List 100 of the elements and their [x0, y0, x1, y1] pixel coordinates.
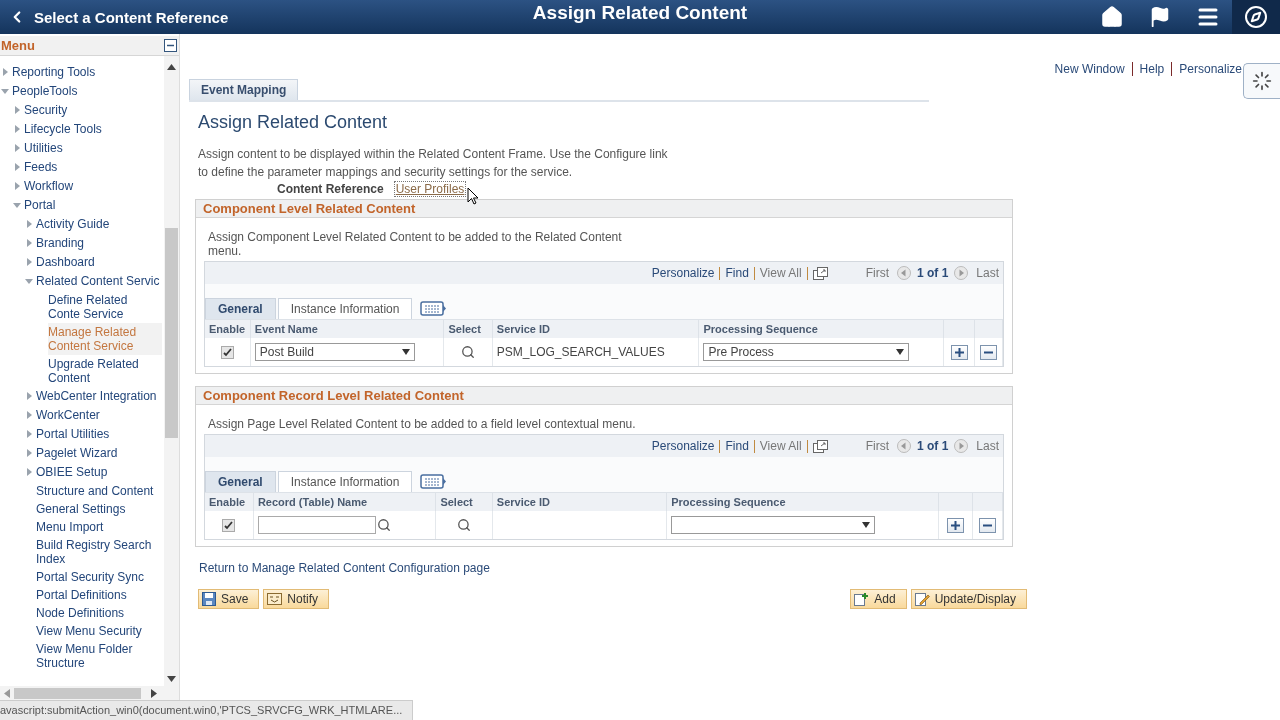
horizontal-scrollbar[interactable]: [0, 686, 179, 700]
menu-folder[interactable]: WorkCenter: [36, 406, 100, 425]
show-all-columns-icon[interactable]: [420, 474, 448, 489]
menu-folder[interactable]: PeopleTools: [12, 82, 78, 101]
menu-item[interactable]: Portal Definitions: [36, 586, 127, 604]
expanded-triangle-icon[interactable]: [12, 200, 22, 210]
collapsed-triangle-icon[interactable]: [24, 410, 34, 420]
menu-folder[interactable]: Feeds: [24, 158, 58, 177]
dropdown-field[interactable]: Post Build: [254, 343, 415, 361]
dropdown-arrow-icon[interactable]: [896, 349, 905, 355]
menu-item[interactable]: Upgrade Related Content: [48, 355, 162, 387]
search-icon[interactable]: [457, 518, 472, 532]
scroll-up-icon[interactable]: [167, 64, 176, 70]
collapsed-triangle-icon[interactable]: [0, 67, 10, 77]
menu-folder[interactable]: Workflow: [24, 177, 74, 196]
page-tab[interactable]: Event Mapping: [189, 79, 299, 100]
menu-item[interactable]: Define Related Conte Service: [48, 291, 162, 323]
toolbar-button[interactable]: Notify: [263, 589, 330, 609]
next-icon[interactable]: [954, 439, 969, 453]
grid-tab[interactable]: General: [205, 298, 276, 319]
search-icon[interactable]: [461, 345, 476, 359]
vertical-scrollbar[interactable]: [164, 56, 179, 686]
column-header: Select: [443, 319, 493, 338]
header-link[interactable]: New Window: [1054, 62, 1125, 76]
menu-folder[interactable]: Utilities: [24, 139, 63, 158]
header-link[interactable]: Personalize: [1179, 62, 1242, 76]
collapsed-triangle-icon[interactable]: [12, 124, 22, 134]
collapsed-triangle-icon[interactable]: [24, 448, 34, 458]
previous-icon[interactable]: [896, 439, 911, 453]
menu-item[interactable]: Portal Security Sync: [36, 568, 145, 586]
add-row-button[interactable]: [947, 517, 965, 533]
menu-folder[interactable]: Reporting Tools: [12, 63, 96, 82]
collapsed-triangle-icon[interactable]: [24, 219, 34, 229]
navbar-button[interactable]: [1232, 0, 1280, 34]
back-button[interactable]: Select a Content Reference: [0, 0, 239, 34]
show-all-columns-icon[interactable]: [420, 301, 448, 316]
collapsed-triangle-icon[interactable]: [24, 238, 34, 248]
personalize-link[interactable]: Personalize: [651, 266, 715, 280]
return-link[interactable]: Return to Manage Related Content Configuration page: [199, 561, 490, 575]
previous-icon[interactable]: [896, 266, 911, 280]
collapsed-triangle-icon[interactable]: [12, 181, 22, 191]
content-reference-link[interactable]: User Profiles: [393, 181, 467, 197]
menu-folder[interactable]: Lifecycle Tools: [24, 120, 102, 139]
menu-folder[interactable]: WebCenter Integration: [36, 387, 157, 406]
enable-checkbox[interactable]: [220, 345, 234, 359]
expanded-triangle-icon[interactable]: [24, 276, 34, 286]
menu-item[interactable]: Build Registry Search Index: [36, 536, 162, 568]
collapse-icon[interactable]: [164, 39, 177, 52]
toolbar-button[interactable]: Update/Display: [910, 589, 1027, 609]
find-link[interactable]: Find: [725, 439, 749, 453]
next-icon[interactable]: [954, 266, 969, 280]
delete-row-button[interactable]: [979, 344, 997, 360]
collapsed-triangle-icon[interactable]: [24, 257, 34, 267]
search-icon[interactable]: [376, 518, 391, 532]
collapsed-triangle-icon[interactable]: [12, 143, 22, 153]
record-name-field[interactable]: [257, 516, 376, 534]
view-all-link[interactable]: View All: [759, 266, 802, 280]
menu-folder[interactable]: OBIEE Setup: [36, 463, 108, 482]
menu-item[interactable]: Menu Import: [36, 518, 104, 536]
toolbar-button[interactable]: Save: [198, 589, 260, 609]
menu-folder[interactable]: Portal: [24, 196, 56, 215]
scroll-left-icon[interactable]: [4, 688, 10, 698]
personalize-link[interactable]: Personalize: [651, 439, 715, 453]
page-header-title: Assign Related Content: [532, 2, 748, 24]
dropdown-field[interactable]: [671, 516, 876, 534]
delete-row-button[interactable]: [978, 517, 996, 533]
collapsed-triangle-icon[interactable]: [24, 429, 34, 439]
collapsed-triangle-icon[interactable]: [24, 391, 34, 401]
zoom-grid-icon[interactable]: [812, 439, 828, 453]
grid-tab[interactable]: Instance Information: [277, 298, 413, 319]
dropdown-field[interactable]: Pre Process: [703, 343, 910, 361]
menu-folder[interactable]: Related Content Servic: [36, 272, 160, 291]
expanded-triangle-icon[interactable]: [0, 86, 10, 96]
view-all-link[interactable]: View All: [759, 439, 802, 453]
menu-folder[interactable]: Pagelet Wizard: [36, 444, 118, 463]
menu-item[interactable]: View Menu Security: [36, 622, 142, 640]
header-link[interactable]: Help: [1139, 62, 1165, 76]
grid-tab[interactable]: General: [205, 471, 276, 492]
menu-item[interactable]: General Settings: [36, 500, 126, 518]
menu-item[interactable]: Node Definitions: [36, 604, 125, 622]
menu-folder[interactable]: Portal Utilities: [36, 425, 110, 444]
dropdown-arrow-icon[interactable]: [862, 522, 871, 528]
dropdown-arrow-icon[interactable]: [401, 349, 410, 355]
menu-folder[interactable]: Security: [24, 101, 68, 120]
collapsed-triangle-icon[interactable]: [12, 105, 22, 115]
menu-folder[interactable]: Activity Guide: [36, 215, 110, 234]
enable-checkbox[interactable]: [222, 518, 236, 532]
add-row-button[interactable]: [950, 344, 968, 360]
scroll-right-icon[interactable]: [151, 688, 157, 698]
toolbar-button[interactable]: Add: [850, 589, 907, 609]
collapsed-triangle-icon[interactable]: [12, 162, 22, 172]
collapsed-triangle-icon[interactable]: [24, 467, 34, 477]
find-link[interactable]: Find: [725, 266, 749, 280]
menu-folder[interactable]: Dashboard: [36, 253, 95, 272]
menu-item[interactable]: Structure and Content: [36, 482, 154, 500]
menu-folder[interactable]: Branding: [36, 234, 85, 253]
menu-item[interactable]: View Menu Folder Structure: [36, 640, 162, 672]
scroll-down-icon[interactable]: [167, 676, 176, 682]
grid-tab[interactable]: Instance Information: [277, 471, 413, 492]
zoom-grid-icon[interactable]: [812, 266, 828, 280]
